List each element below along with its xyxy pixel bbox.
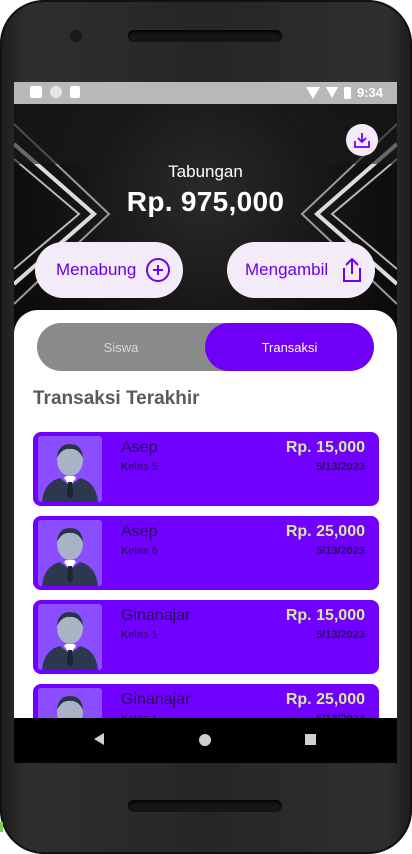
tab-siswa[interactable]: Siswa (37, 323, 205, 371)
transaction-date: 5/13/2023 (316, 629, 365, 641)
wifi-icon (305, 86, 320, 99)
student-name: Ginanajar (121, 691, 191, 708)
tab-transaksi[interactable]: Transaksi (205, 323, 374, 371)
person-icon (42, 528, 98, 586)
signal-icon (325, 87, 338, 98)
transaction-date: 5/13/2023 (316, 461, 365, 473)
battery-icon (343, 86, 351, 99)
section-title: Transaksi Terakhir (33, 388, 200, 409)
transaction-item[interactable]: Ginanajar Kelas 1 Rp. 15,000 5/13/2023 (33, 600, 379, 674)
app-screen: 9:34 Tabungan Rp. 975,000 Menabung Menga… (14, 82, 397, 763)
status-time: 9:34 (356, 85, 383, 100)
tab-switcher: Siswa Transaksi (37, 323, 374, 371)
home-icon[interactable] (199, 734, 211, 746)
transaction-amount: Rp. 15,000 (285, 439, 365, 456)
transaction-amount: Rp. 25,000 (285, 523, 365, 540)
download-button[interactable] (346, 124, 378, 156)
student-name: Asep (121, 523, 158, 540)
deposit-button[interactable]: Menabung (35, 242, 183, 298)
edge-indicator (0, 822, 3, 832)
transaction-date: 5/13/2023 (316, 545, 365, 557)
top-speaker (128, 30, 282, 42)
status-bar: 9:34 (14, 82, 397, 104)
student-class: Kelas 5 (121, 461, 158, 473)
back-icon[interactable] (94, 733, 104, 745)
transaction-amount: Rp. 15,000 (285, 607, 365, 624)
balance-title: Tabungan (168, 162, 243, 181)
withdraw-button[interactable]: Mengambil (227, 242, 375, 298)
person-icon (42, 444, 98, 502)
front-camera (70, 30, 82, 42)
avatar (38, 436, 102, 502)
student-name: Ginanajar (121, 607, 191, 624)
student-class: Kelas 1 (121, 629, 158, 641)
student-name: Asep (121, 439, 158, 456)
transaction-amount: Rp. 25,000 (285, 691, 365, 708)
transactions-card: Siswa Transaksi Transaksi Terakhir Asep … (14, 310, 397, 763)
system-nav-bar (14, 718, 397, 763)
plus-circle-icon (146, 258, 170, 282)
balance-amount: Rp. 975,000 (126, 186, 285, 217)
transaction-item[interactable]: Asep Kelas 6 Rp. 25,000 5/13/2023 (33, 516, 379, 590)
student-class: Kelas 6 (121, 545, 158, 557)
a-icon (30, 86, 42, 98)
download-icon (354, 133, 370, 148)
withdraw-label: Mengambil (245, 260, 329, 279)
share-icon (343, 257, 361, 282)
phone-device: 9:34 Tabungan Rp. 975,000 Menabung Menga… (0, 0, 412, 854)
avatar (38, 520, 102, 586)
sd-card-icon (70, 86, 80, 98)
circle-icon (50, 86, 62, 98)
person-icon (42, 612, 98, 670)
deposit-label: Menabung (56, 260, 137, 279)
bottom-speaker (128, 800, 282, 812)
avatar (38, 604, 102, 670)
transaction-item[interactable]: Asep Kelas 5 Rp. 15,000 5/13/2023 (33, 432, 379, 506)
recent-apps-icon[interactable] (305, 734, 316, 745)
